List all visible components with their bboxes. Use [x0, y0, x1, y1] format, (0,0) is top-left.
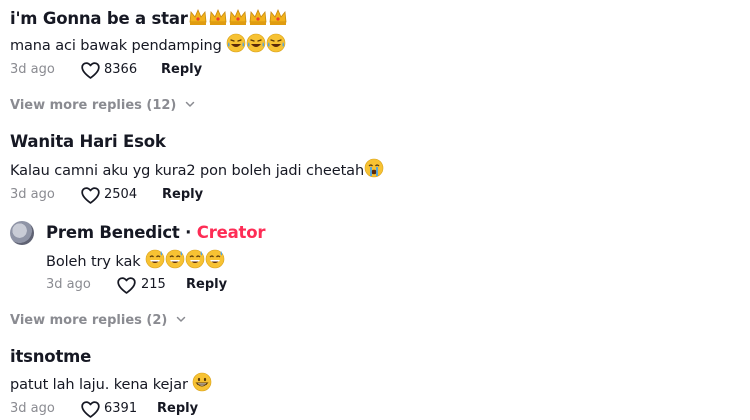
like-heart-icon[interactable]: [80, 60, 101, 81]
like-heart-icon[interactable]: [80, 185, 101, 206]
sweat-smile-emoji-icon: [185, 249, 205, 269]
reply-username[interactable]: Prem Benedict · Creator: [46, 223, 266, 242]
avatar[interactable]: [10, 221, 34, 245]
comment-username[interactable]: Wanita Hari Esok: [10, 132, 166, 151]
laughing-tears-emoji-icon: [246, 33, 266, 53]
comment-time: 3d ago: [10, 401, 55, 416]
chevron-down-icon: [175, 313, 187, 325]
view-more-replies-button[interactable]: View more replies (12): [10, 98, 196, 113]
username-text[interactable]: i'm Gonna be a star: [10, 9, 188, 28]
comment-time: 3d ago: [10, 187, 55, 202]
laughing-tears-emoji-icon: [266, 33, 286, 53]
comment-text-body: mana aci bawak pendamping: [10, 38, 222, 54]
reply-text-body: Boleh try kak: [46, 254, 141, 270]
chevron-down-icon: [184, 98, 196, 110]
like-count: 215: [141, 277, 166, 292]
comment-text-body: patut lah laju. kena kejar: [10, 377, 188, 393]
comment-3: itsnotme patut lah laju. kena kejar 3d a…: [0, 340, 750, 418]
comment-2: Wanita Hari Esok Kalau camni aku yg kura…: [0, 125, 750, 335]
reply-button[interactable]: Reply: [186, 277, 227, 292]
sweat-smile-emoji-icon: [145, 249, 165, 269]
reply-button[interactable]: Reply: [161, 62, 202, 77]
comment-username[interactable]: itsnotme: [10, 347, 91, 366]
username-emojis: [188, 9, 288, 28]
like-count: 6391: [104, 401, 138, 416]
sweat-smile-emoji-icon: [205, 249, 225, 269]
like-count: 2504: [104, 187, 138, 202]
comment-username[interactable]: i'm Gonna be a star: [10, 7, 288, 28]
separator-dot: ·: [185, 223, 192, 242]
like-count: 8366: [104, 62, 138, 77]
crown-emoji-icon: [248, 7, 268, 27]
sweat-smile-emoji-icon: [165, 249, 185, 269]
comment-time: 3d ago: [10, 62, 55, 77]
comment-1: i'm Gonna be a star mana aci bawak penda…: [0, 0, 750, 120]
reply-text: Boleh try kak: [46, 249, 225, 270]
reply-username-text[interactable]: Prem Benedict: [46, 223, 180, 242]
crown-emoji-icon: [268, 7, 288, 27]
crown-emoji-icon: [228, 7, 248, 27]
reply-time: 3d ago: [46, 277, 91, 292]
crown-emoji-icon: [188, 7, 208, 27]
comment-text: patut lah laju. kena kejar: [10, 372, 212, 393]
creator-badge: Creator: [196, 223, 266, 242]
grinning-emoji-icon: [192, 372, 212, 392]
reply-button[interactable]: Reply: [157, 401, 198, 416]
comment-text-body: Kalau camni aku yg kura2 pon boleh jadi …: [10, 163, 365, 179]
nested-reply: Prem Benedict · Creator Boleh try kak 3d…: [0, 217, 750, 297]
comment-text: Kalau camni aku yg kura2 pon boleh jadi …: [10, 158, 384, 179]
laughing-tears-emoji-icon: [226, 33, 246, 53]
crown-emoji-icon: [208, 7, 228, 27]
crying-emoji-icon: [364, 158, 384, 178]
comment-text: mana aci bawak pendamping: [10, 33, 286, 54]
view-more-replies-button[interactable]: View more replies (2): [10, 313, 187, 328]
reply-button[interactable]: Reply: [162, 187, 203, 202]
like-heart-icon[interactable]: [80, 399, 101, 420]
view-more-label: View more replies (2): [10, 313, 168, 328]
view-more-label: View more replies (12): [10, 98, 177, 113]
like-heart-icon[interactable]: [116, 275, 137, 296]
